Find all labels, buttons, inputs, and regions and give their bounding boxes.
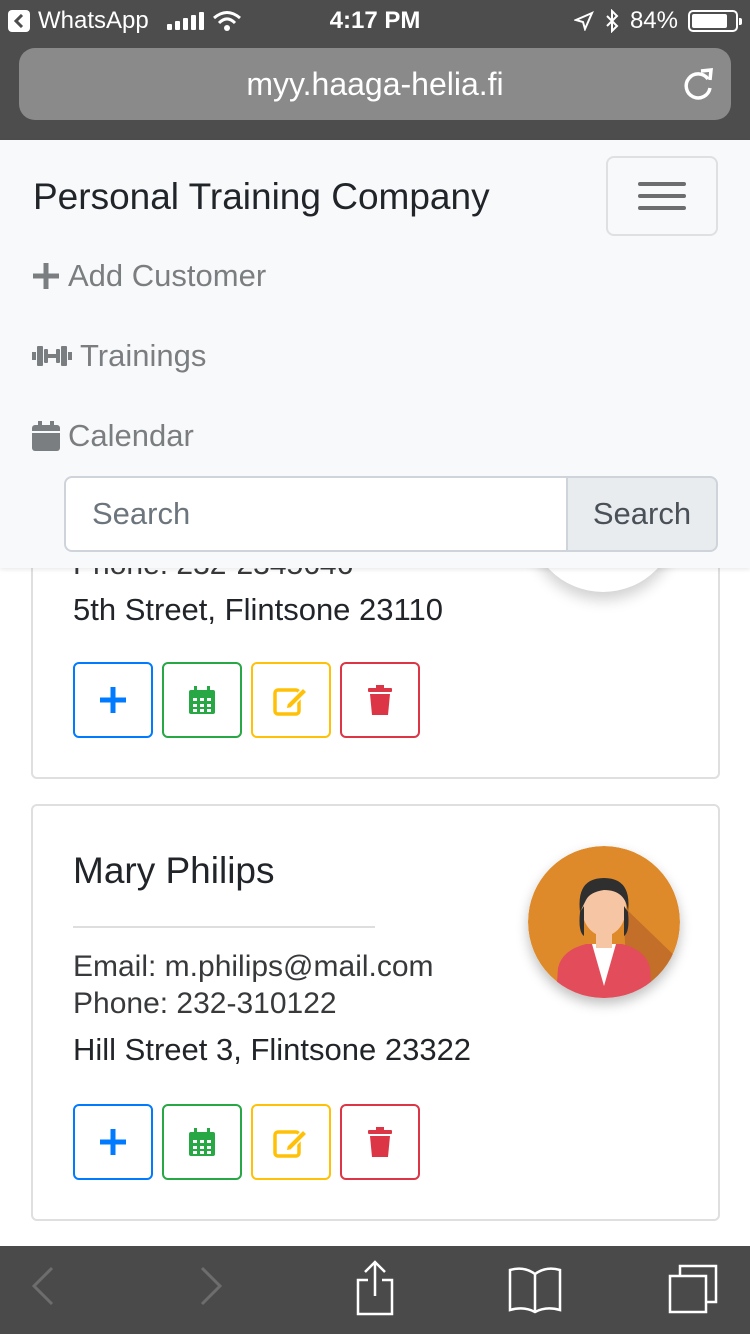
search-input[interactable] <box>64 476 567 552</box>
customer-address: Hill Street 3, Flintsone 23322 <box>73 1032 472 1067</box>
nav-item-label: Add Customer <box>68 258 267 293</box>
search-button[interactable]: Search <box>566 476 718 552</box>
customer-phone: Phone: 232-310122 <box>73 987 337 1020</box>
battery-percent: 84% <box>629 7 678 34</box>
brand-title[interactable]: Personal Training Company <box>33 176 490 218</box>
navbar-toggle-button[interactable] <box>606 156 718 236</box>
customer-avatar <box>528 846 680 998</box>
calendar-icon <box>189 686 215 714</box>
delete-customer-button[interactable] <box>340 1104 420 1180</box>
bluetooth-icon <box>606 9 619 33</box>
trash-icon <box>368 1127 392 1157</box>
share-icon[interactable] <box>354 1260 396 1316</box>
battery-icon <box>688 10 742 32</box>
calendar-icon <box>32 421 60 451</box>
status-bar: WhatsApp 4:17 PM 84% <box>0 0 750 40</box>
nav-item-label: Trainings <box>80 338 207 373</box>
address-bar[interactable]: myy.haaga-helia.fi <box>19 48 731 120</box>
card-actions <box>73 1104 420 1180</box>
site-navbar: Personal Training Company Add Customer T… <box>0 140 750 568</box>
edit-customer-button[interactable] <box>251 1104 331 1180</box>
tabs-icon[interactable] <box>666 1262 720 1316</box>
nav-item-label: Calendar <box>68 418 194 453</box>
bookmarks-icon[interactable] <box>508 1266 562 1314</box>
card-actions <box>73 662 420 738</box>
battery-fill <box>692 14 728 28</box>
hamburger-bar <box>638 194 686 198</box>
hamburger-bar <box>638 206 686 210</box>
nav-trainings[interactable]: Trainings <box>32 338 206 374</box>
calendar-icon <box>189 1128 215 1156</box>
forward-arrow-icon[interactable] <box>198 1264 224 1308</box>
customer-name: Mary Philips <box>73 850 275 891</box>
location-arrow-icon <box>573 11 594 31</box>
plus-icon <box>100 1129 126 1155</box>
browser-chrome-top: myy.haaga-helia.fi <box>0 40 750 140</box>
edit-icon <box>273 1128 309 1158</box>
divider <box>73 926 375 928</box>
browser-toolbar <box>0 1246 750 1334</box>
url-text[interactable]: myy.haaga-helia.fi <box>246 66 503 103</box>
customer-card: Mary Philips Email: m.philips@mail.com P… <box>31 804 720 1221</box>
trash-icon <box>368 685 392 715</box>
edit-customer-button[interactable] <box>251 662 331 738</box>
delete-customer-button[interactable] <box>340 662 420 738</box>
nav-add-customer[interactable]: Add Customer <box>32 258 266 294</box>
customer-email: Email: m.philips@mail.com <box>73 950 434 983</box>
add-training-button[interactable] <box>73 662 153 738</box>
plus-icon <box>33 263 59 289</box>
back-arrow-icon[interactable] <box>30 1264 56 1308</box>
customer-calendar-button[interactable] <box>162 662 242 738</box>
hamburger-bar <box>638 182 686 186</box>
customer-address: 5th Street, Flintsone 23110 <box>73 592 443 627</box>
customer-card: Phone: 232-2345646 5th Street, Flintsone… <box>31 540 720 779</box>
plus-icon <box>100 687 126 713</box>
reload-icon[interactable] <box>681 66 715 102</box>
female-avatar-icon <box>528 846 680 998</box>
add-training-button[interactable] <box>73 1104 153 1180</box>
customer-calendar-button[interactable] <box>162 1104 242 1180</box>
nav-calendar[interactable]: Calendar <box>32 418 194 454</box>
edit-icon <box>273 686 309 716</box>
status-right: 84% <box>573 7 742 35</box>
dumbbell-icon <box>32 346 72 366</box>
